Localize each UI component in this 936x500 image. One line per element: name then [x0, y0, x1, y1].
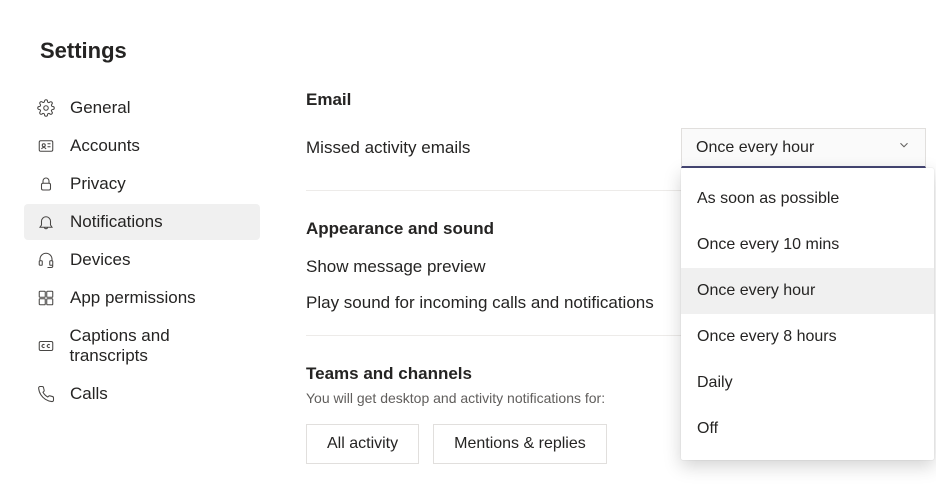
chip-mentions-replies[interactable]: Mentions & replies [433, 424, 607, 464]
sidebar-item-captions[interactable]: Captions and transcripts [24, 318, 260, 374]
captions-icon [36, 336, 55, 356]
dropdown-menu: As soon as possible Once every 10 mins O… [681, 168, 934, 460]
apps-icon [36, 288, 56, 308]
sidebar-item-label: Privacy [70, 174, 126, 194]
sidebar-item-privacy[interactable]: Privacy [24, 166, 260, 202]
sidebar-item-app-permissions[interactable]: App permissions [24, 280, 260, 316]
bell-icon [36, 212, 56, 232]
sidebar-item-label: Accounts [70, 136, 140, 156]
sidebar-item-calls[interactable]: Calls [24, 376, 260, 412]
dropdown-selected-value: Once every hour [696, 139, 814, 157]
id-card-icon [36, 136, 56, 156]
dropdown-option-8hours[interactable]: Once every 8 hours [681, 314, 934, 360]
headset-icon [36, 250, 56, 270]
section-heading-email: Email [306, 90, 926, 110]
sidebar-item-general[interactable]: General [24, 90, 260, 126]
sidebar-item-label: General [70, 98, 130, 118]
dropdown-option-daily[interactable]: Daily [681, 360, 934, 406]
sidebar-item-notifications[interactable]: Notifications [24, 204, 260, 240]
sidebar-item-label: Captions and transcripts [69, 326, 248, 366]
play-sound-label: Play sound for incoming calls and notifi… [306, 293, 654, 313]
gear-icon [36, 98, 56, 118]
settings-sidebar: General Accounts Privacy Notifications D [0, 90, 270, 464]
dropdown-option-hour[interactable]: Once every hour [681, 268, 934, 314]
chevron-down-icon [897, 138, 911, 157]
dropdown-trigger[interactable]: Once every hour [681, 128, 926, 168]
page-title: Settings [0, 0, 936, 64]
dropdown-option-off[interactable]: Off [681, 406, 934, 452]
show-preview-label: Show message preview [306, 257, 486, 277]
missed-activity-label: Missed activity emails [306, 138, 470, 158]
sidebar-item-label: Calls [70, 384, 108, 404]
dropdown-option-10mins[interactable]: Once every 10 mins [681, 222, 934, 268]
sidebar-item-label: App permissions [70, 288, 196, 308]
sidebar-item-label: Devices [70, 250, 130, 270]
settings-content: Email Missed activity emails Once every … [270, 90, 936, 464]
sidebar-item-devices[interactable]: Devices [24, 242, 260, 278]
phone-icon [36, 384, 56, 404]
lock-icon [36, 174, 56, 194]
missed-activity-dropdown[interactable]: Once every hour As soon as possible Once… [681, 128, 926, 168]
sidebar-item-accounts[interactable]: Accounts [24, 128, 260, 164]
chip-all-activity[interactable]: All activity [306, 424, 419, 464]
dropdown-option-asap[interactable]: As soon as possible [681, 176, 934, 222]
sidebar-item-label: Notifications [70, 212, 163, 232]
